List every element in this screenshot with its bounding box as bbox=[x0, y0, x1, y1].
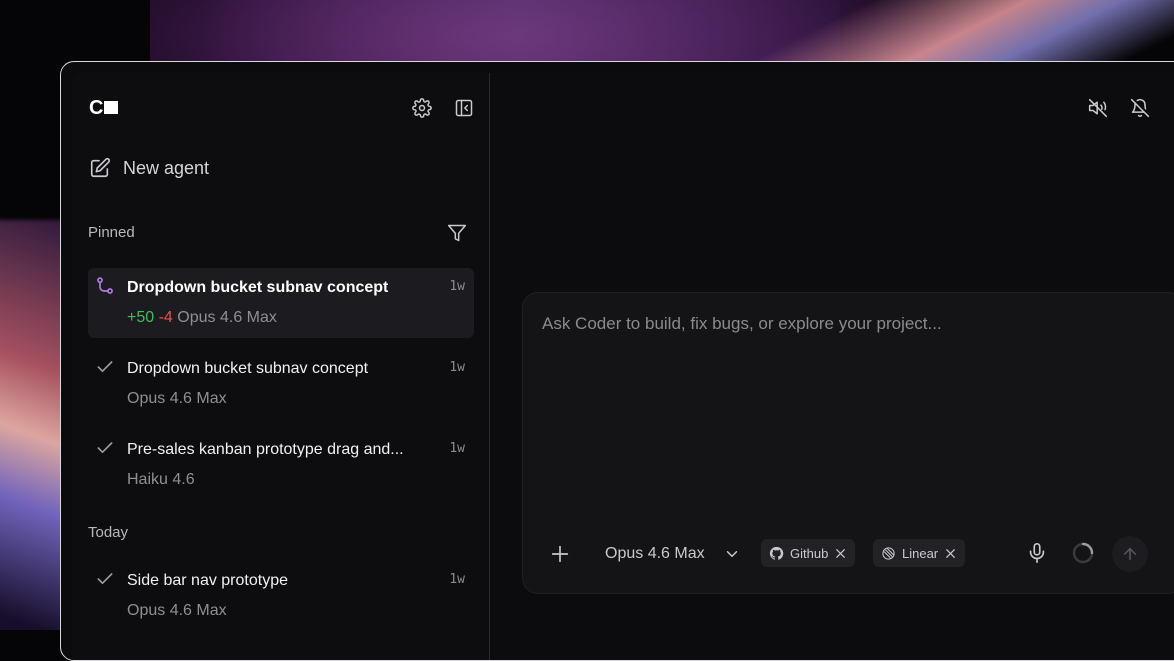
github-icon bbox=[769, 546, 784, 560]
model-selector[interactable]: Opus 4.6 Max bbox=[605, 545, 705, 563]
check-icon bbox=[97, 361, 113, 372]
prompt-composer[interactable]: Ask Coder to build, fix bugs, or explore… bbox=[522, 292, 1174, 594]
agent-time: 1w bbox=[449, 441, 465, 456]
send-button[interactable] bbox=[1112, 536, 1148, 572]
app-window: C New agent Pinned Dropdown bucket subna… bbox=[60, 61, 1174, 661]
remove-chip-icon[interactable] bbox=[944, 547, 957, 560]
edit-icon bbox=[90, 157, 111, 178]
agent-title: Dropdown bucket subnav concept bbox=[127, 360, 369, 377]
arrow-up-icon bbox=[1124, 548, 1136, 560]
settings-gear-icon[interactable] bbox=[411, 97, 433, 119]
agent-list-item[interactable]: Dropdown bucket subnav concept 1w +50 -4… bbox=[88, 268, 474, 338]
agent-time: 1w bbox=[449, 572, 465, 587]
section-label-pinned: Pinned bbox=[88, 224, 135, 241]
agent-list-item[interactable]: Pre-sales kanban prototype drag and... 1… bbox=[88, 430, 474, 500]
lines-added: +50 bbox=[127, 309, 155, 326]
agent-model: Opus 4.6 Max bbox=[177, 309, 277, 326]
sidebar: C New agent Pinned Dropdown bucket subna… bbox=[72, 73, 490, 660]
check-icon bbox=[97, 573, 113, 584]
section-label-today: Today bbox=[88, 524, 129, 541]
new-agent-label: New agent bbox=[123, 157, 210, 178]
agent-list-item[interactable]: Dropdown bucket subnav concept 1w Opus 4… bbox=[88, 349, 474, 419]
agent-model: Opus 4.6 Max bbox=[127, 602, 227, 619]
notifications-off-icon[interactable] bbox=[1129, 97, 1151, 119]
linear-icon bbox=[882, 546, 895, 560]
add-attachment-icon[interactable] bbox=[549, 543, 571, 565]
agent-title: Pre-sales kanban prototype drag and... bbox=[127, 441, 404, 458]
check-icon bbox=[97, 442, 113, 453]
microphone-icon[interactable] bbox=[1026, 541, 1048, 565]
new-agent-button[interactable]: New agent bbox=[89, 157, 209, 179]
main-panel: Ask Coder to build, fix bugs, or explore… bbox=[490, 73, 1174, 660]
agent-title: Dropdown bucket subnav concept bbox=[127, 279, 389, 296]
agent-title: Side bar nav prototype bbox=[127, 572, 288, 589]
loading-spinner-icon bbox=[1072, 542, 1094, 564]
context-chip-github[interactable]: Github bbox=[761, 539, 856, 567]
collapse-sidebar-icon[interactable] bbox=[453, 97, 475, 119]
chip-label: Github bbox=[790, 545, 829, 561]
agent-model: Opus 4.6 Max bbox=[127, 390, 227, 407]
agent-model: Haiku 4.6 bbox=[127, 471, 195, 488]
filter-icon[interactable] bbox=[446, 222, 468, 244]
git-branch-icon bbox=[97, 277, 113, 294]
context-chip-linear[interactable]: Linear bbox=[873, 539, 966, 567]
agent-time: 1w bbox=[449, 360, 465, 375]
prompt-input[interactable]: Ask Coder to build, fix bugs, or explore… bbox=[542, 314, 942, 334]
agent-time: 1w bbox=[449, 279, 465, 294]
lines-removed: -4 bbox=[158, 309, 173, 326]
app-logo[interactable]: C bbox=[89, 97, 119, 120]
chevron-down-icon[interactable] bbox=[723, 545, 741, 563]
remove-chip-icon[interactable] bbox=[834, 547, 847, 560]
sound-muted-icon[interactable] bbox=[1087, 97, 1109, 119]
chip-label: Linear bbox=[902, 545, 939, 561]
agent-list-item[interactable]: Side bar nav prototype 1w Opus 4.6 Max bbox=[88, 561, 474, 631]
agent-meta: +50 -4 Opus 4.6 Max bbox=[127, 309, 277, 327]
